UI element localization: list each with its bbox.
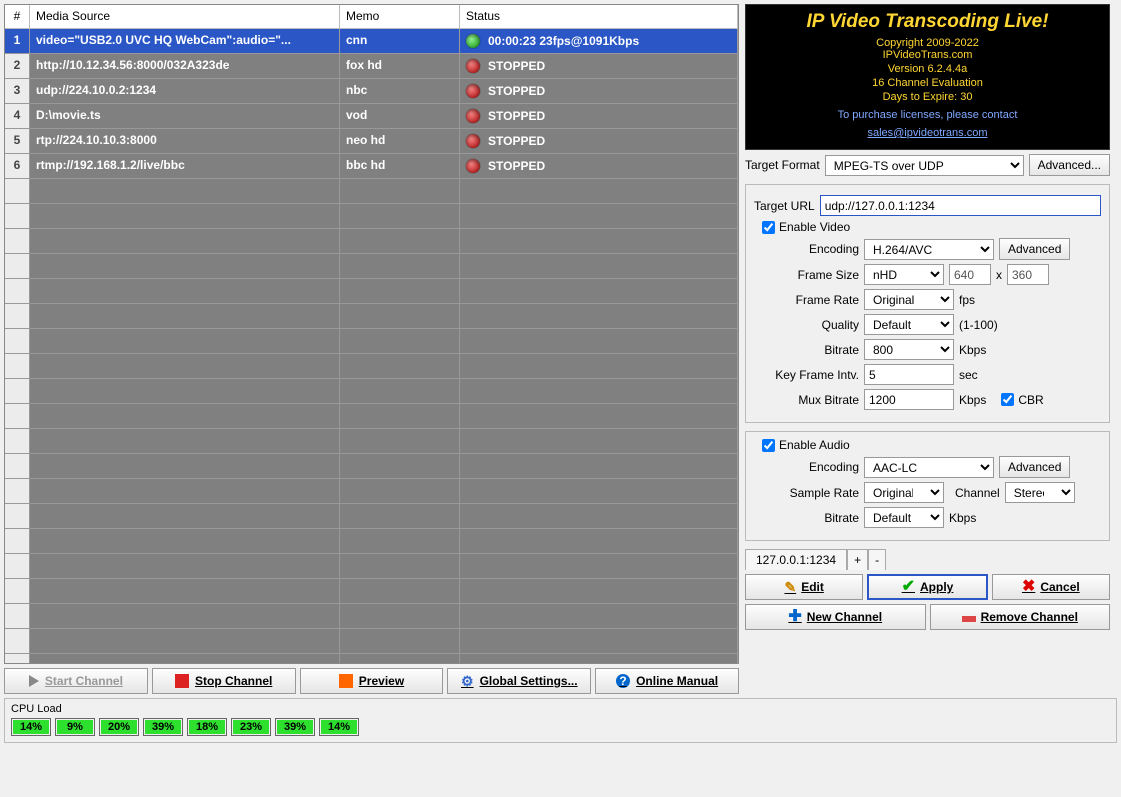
cpu-load-label: CPU Load	[11, 703, 1110, 715]
table-row-empty[interactable]	[5, 404, 738, 429]
audio-bitrate-select[interactable]: Default	[864, 507, 944, 528]
frame-size-select[interactable]: nHD	[864, 264, 944, 285]
cpu-core-bar: 20%	[99, 718, 139, 736]
table-row-empty[interactable]	[5, 629, 738, 654]
frame-width-input	[949, 264, 991, 285]
new-channel-button[interactable]: ✚New Channel	[745, 604, 926, 630]
quality-select[interactable]: Default	[864, 314, 954, 335]
target-url-input[interactable]	[820, 195, 1101, 216]
table-row-empty[interactable]	[5, 479, 738, 504]
video-advanced-button[interactable]: Advanced	[999, 238, 1070, 260]
table-row-empty[interactable]	[5, 604, 738, 629]
global-settings-button[interactable]: ⚙Global Settings...	[447, 668, 591, 694]
cpu-core-bar: 18%	[187, 718, 227, 736]
table-row[interactable]: 3udp://224.10.0.2:1234nbcSTOPPED	[5, 79, 738, 104]
video-bitrate-select[interactable]: 800	[864, 339, 954, 360]
preview-button[interactable]: Preview	[300, 668, 444, 694]
cpu-core-bar: 39%	[275, 718, 315, 736]
table-row[interactable]: 1video="USB2.0 UVC HQ WebCam":audio="...…	[5, 29, 738, 54]
play-icon	[29, 675, 39, 687]
enable-audio-checkbox[interactable]	[762, 439, 775, 452]
keyframe-input[interactable]	[864, 364, 954, 385]
table-row-empty[interactable]	[5, 279, 738, 304]
cpu-core-bar: 14%	[11, 718, 51, 736]
video-encoding-select[interactable]: H.264/AVC	[864, 239, 994, 260]
stop-channel-button[interactable]: Stop Channel	[152, 668, 296, 694]
stop-icon	[175, 674, 189, 688]
channel-table: # Media Source Memo Status 1video="USB2.…	[4, 4, 739, 664]
col-header-status[interactable]: Status	[460, 5, 738, 28]
product-banner: IP Video Transcoding Live! Copyright 200…	[745, 4, 1110, 150]
sample-rate-select[interactable]: Original	[864, 482, 944, 503]
table-row[interactable]: 5rtp://224.10.10.3:8000neo hdSTOPPED	[5, 129, 738, 154]
cbr-checkbox[interactable]	[1001, 393, 1014, 406]
table-row-empty[interactable]	[5, 529, 738, 554]
minus-icon	[962, 616, 976, 622]
target-format-select[interactable]: MPEG-TS over UDP	[825, 155, 1024, 176]
table-row-empty[interactable]	[5, 354, 738, 379]
status-led-icon	[466, 134, 480, 148]
status-led-icon	[466, 84, 480, 98]
table-row-empty[interactable]	[5, 554, 738, 579]
gear-icon: ⚙	[461, 674, 474, 688]
frame-height-input	[1007, 264, 1049, 285]
table-row-empty[interactable]	[5, 179, 738, 204]
edit-button[interactable]: ✎Edit	[745, 574, 863, 600]
status-led-icon	[466, 159, 480, 173]
add-target-tab[interactable]: +	[847, 549, 868, 570]
cpu-load-panel: CPU Load 14%9%20%39%18%23%39%14%	[4, 698, 1117, 743]
apply-button[interactable]: ✔Apply	[867, 574, 987, 600]
remove-channel-button[interactable]: Remove Channel	[930, 604, 1111, 630]
remove-target-tab[interactable]: -	[868, 549, 886, 570]
banner-title: IP Video Transcoding Live!	[754, 11, 1101, 33]
channel-select[interactable]: Stereo	[1005, 482, 1075, 503]
cancel-button[interactable]: ✖Cancel	[992, 574, 1110, 600]
audio-advanced-button[interactable]: Advanced	[999, 456, 1070, 478]
target-advanced-button[interactable]: Advanced...	[1029, 154, 1110, 176]
status-led-icon	[466, 34, 480, 48]
start-channel-button[interactable]: Start Channel	[4, 668, 148, 694]
sales-email-link[interactable]: sales@ipvideotrans.com	[754, 127, 1101, 139]
cpu-core-bar: 39%	[143, 718, 183, 736]
table-row-empty[interactable]	[5, 429, 738, 454]
cpu-core-bar: 9%	[55, 718, 95, 736]
table-row-empty[interactable]	[5, 454, 738, 479]
table-row-empty[interactable]	[5, 304, 738, 329]
target-url-label: Target URL	[754, 199, 815, 213]
pencil-icon: ✎	[784, 580, 796, 594]
table-row-empty[interactable]	[5, 204, 738, 229]
table-row[interactable]: 6rtmp://192.168.1.2/live/bbcbbc hdSTOPPE…	[5, 154, 738, 179]
cpu-core-bar: 23%	[231, 718, 271, 736]
enable-video-checkbox[interactable]	[762, 221, 775, 234]
help-icon: ?	[616, 674, 630, 688]
frame-rate-select[interactable]: Original	[864, 289, 954, 310]
plus-icon: ✚	[788, 609, 801, 625]
status-led-icon	[466, 109, 480, 123]
table-row-empty[interactable]	[5, 379, 738, 404]
target-tab[interactable]: 127.0.0.1:1234	[745, 549, 847, 570]
table-row-empty[interactable]	[5, 654, 738, 664]
table-row-empty[interactable]	[5, 229, 738, 254]
table-row-empty[interactable]	[5, 329, 738, 354]
mux-bitrate-input[interactable]	[864, 389, 954, 410]
table-row[interactable]: 2http://10.12.34.56:8000/032A323defox hd…	[5, 54, 738, 79]
tv-icon	[339, 674, 353, 688]
table-row-empty[interactable]	[5, 254, 738, 279]
target-format-label: Target Format	[745, 158, 820, 172]
table-row[interactable]: 4D:\movie.tsvodSTOPPED	[5, 104, 738, 129]
audio-encoding-select[interactable]: AAC-LC	[864, 457, 994, 478]
col-header-num[interactable]: #	[5, 5, 30, 28]
x-icon: ✖	[1022, 579, 1035, 595]
status-led-icon	[466, 59, 480, 73]
check-icon: ✔	[902, 579, 915, 595]
online-manual-button[interactable]: ?Online Manual	[595, 668, 739, 694]
col-header-source[interactable]: Media Source	[30, 5, 340, 28]
cpu-core-bar: 14%	[319, 718, 359, 736]
table-row-empty[interactable]	[5, 579, 738, 604]
table-row-empty[interactable]	[5, 504, 738, 529]
col-header-memo[interactable]: Memo	[340, 5, 460, 28]
table-header: # Media Source Memo Status	[5, 5, 738, 29]
